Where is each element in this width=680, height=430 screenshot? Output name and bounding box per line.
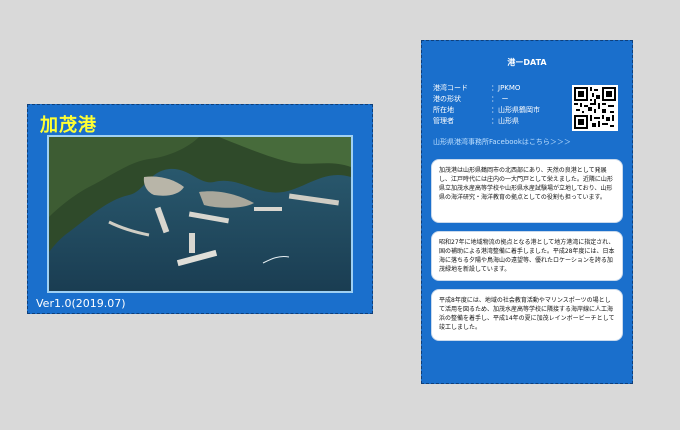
info-value: ： ー xyxy=(491,95,509,103)
description-box-history: 加茂港は山形県鶴岡市の北西部にあり、天然の良港として発展し、江戸時代には庄内の一… xyxy=(431,159,623,223)
port-data-title: 港ーDATA xyxy=(507,58,547,67)
port-card-front: 加茂港 Ver1.0(2019.07) xyxy=(27,104,373,314)
info-key: 管理者 xyxy=(433,117,454,125)
info-key: 港湾コード xyxy=(433,84,468,92)
description-box-development: 昭和27年に地域物流の拠点となる港として地方港湾に指定され、国の補助による港湾整… xyxy=(431,231,623,281)
info-value: ：JPKMO xyxy=(491,84,521,92)
qr-code-icon[interactable] xyxy=(572,85,618,131)
info-value: ：山形県鶴岡市 xyxy=(491,106,540,114)
harbor-photo-illustration xyxy=(49,137,351,291)
harbor-aerial-photo xyxy=(47,135,353,293)
info-row-manager: 管理者 ：山形県 xyxy=(433,116,540,127)
facebook-link[interactable]: 山形県港湾事務所Facebookはこちら＞＞＞ xyxy=(433,137,571,147)
info-row-shape: 港の形状 ： ー xyxy=(433,94,540,105)
port-info-list: 港湾コード ：JPKMO 港の形状 ： ー 所在地 ：山形県鶴岡市 管理者 ：山… xyxy=(433,83,540,127)
version-label: Ver1.0(2019.07) xyxy=(36,297,126,310)
port-name-title: 加茂港 xyxy=(40,115,97,136)
info-key: 所在地 xyxy=(433,106,454,114)
info-value: ：山形県 xyxy=(491,117,519,125)
info-row-port-code: 港湾コード ：JPKMO xyxy=(433,83,540,94)
info-row-location: 所在地 ：山形県鶴岡市 xyxy=(433,105,540,116)
description-box-beach: 平成8年度には、地域の社会教育活動やマリンスポーツの場として活用を図るため、加茂… xyxy=(431,289,623,341)
port-card-back: 港ーDATA 港湾コード ：JPKMO 港の形状 ： ー 所在地 ：山形県鶴岡市… xyxy=(421,40,633,384)
info-key: 港の形状 xyxy=(433,95,461,103)
